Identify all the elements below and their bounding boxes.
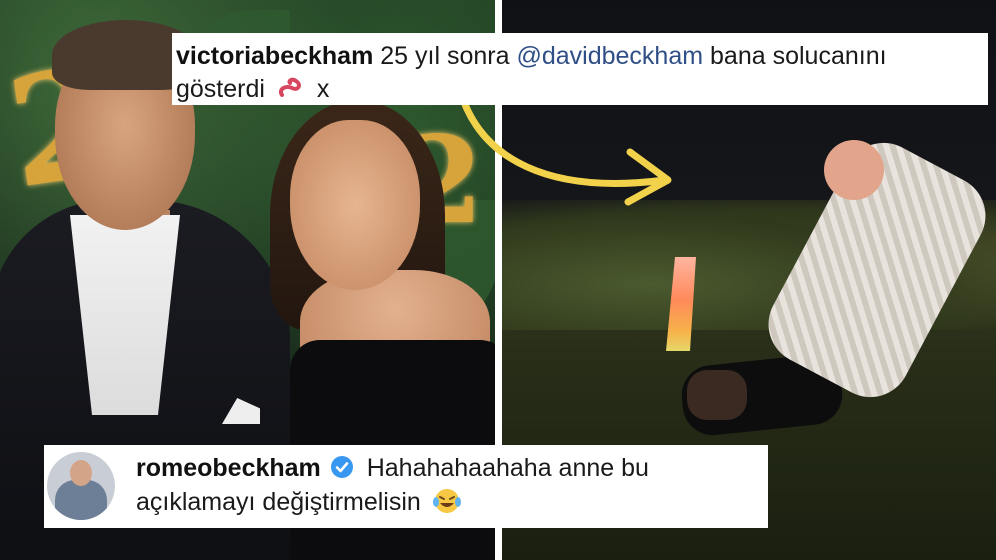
caption-line: victoriabeckham 25 yıl sonra @davidbeckh…: [176, 40, 887, 72]
worm-emoji-icon: [278, 77, 301, 97]
username[interactable]: romeobeckham: [136, 454, 321, 482]
comment-text: Hahahahaahaha anne bu: [366, 454, 649, 482]
laughing-tears-emoji-icon: [432, 489, 461, 513]
caption-text: bana solucanını: [710, 42, 887, 70]
verified-badge-icon: [330, 456, 353, 478]
instagram-comment-romeo: romeobeckham Hahahahaahaha anne bu açıkl…: [44, 445, 768, 528]
avatar[interactable]: [47, 452, 115, 520]
mention-link[interactable]: @davidbeckham: [516, 42, 703, 70]
avatar-head: [70, 460, 92, 486]
username[interactable]: victoriabeckham: [176, 42, 373, 70]
comment-line: açıklamayı değiştirmelisin: [136, 486, 462, 518]
comment-text: açıklamayı değiştirmelisin: [136, 488, 421, 516]
caption-line: gösterdi x: [176, 73, 329, 105]
dancer-arm: [687, 370, 747, 420]
caption-text: 25 yıl sonra: [380, 42, 510, 70]
dancer-feet: [824, 140, 884, 200]
instagram-caption-victoria: victoriabeckham 25 yıl sonra @davidbeckh…: [172, 33, 988, 105]
caption-text: gösterdi: [176, 75, 265, 103]
woman-face: [290, 120, 420, 290]
caption-text: x: [316, 75, 330, 103]
comment-line: romeobeckham Hahahahaahaha anne bu: [136, 452, 649, 484]
avatar-body: [55, 480, 107, 520]
